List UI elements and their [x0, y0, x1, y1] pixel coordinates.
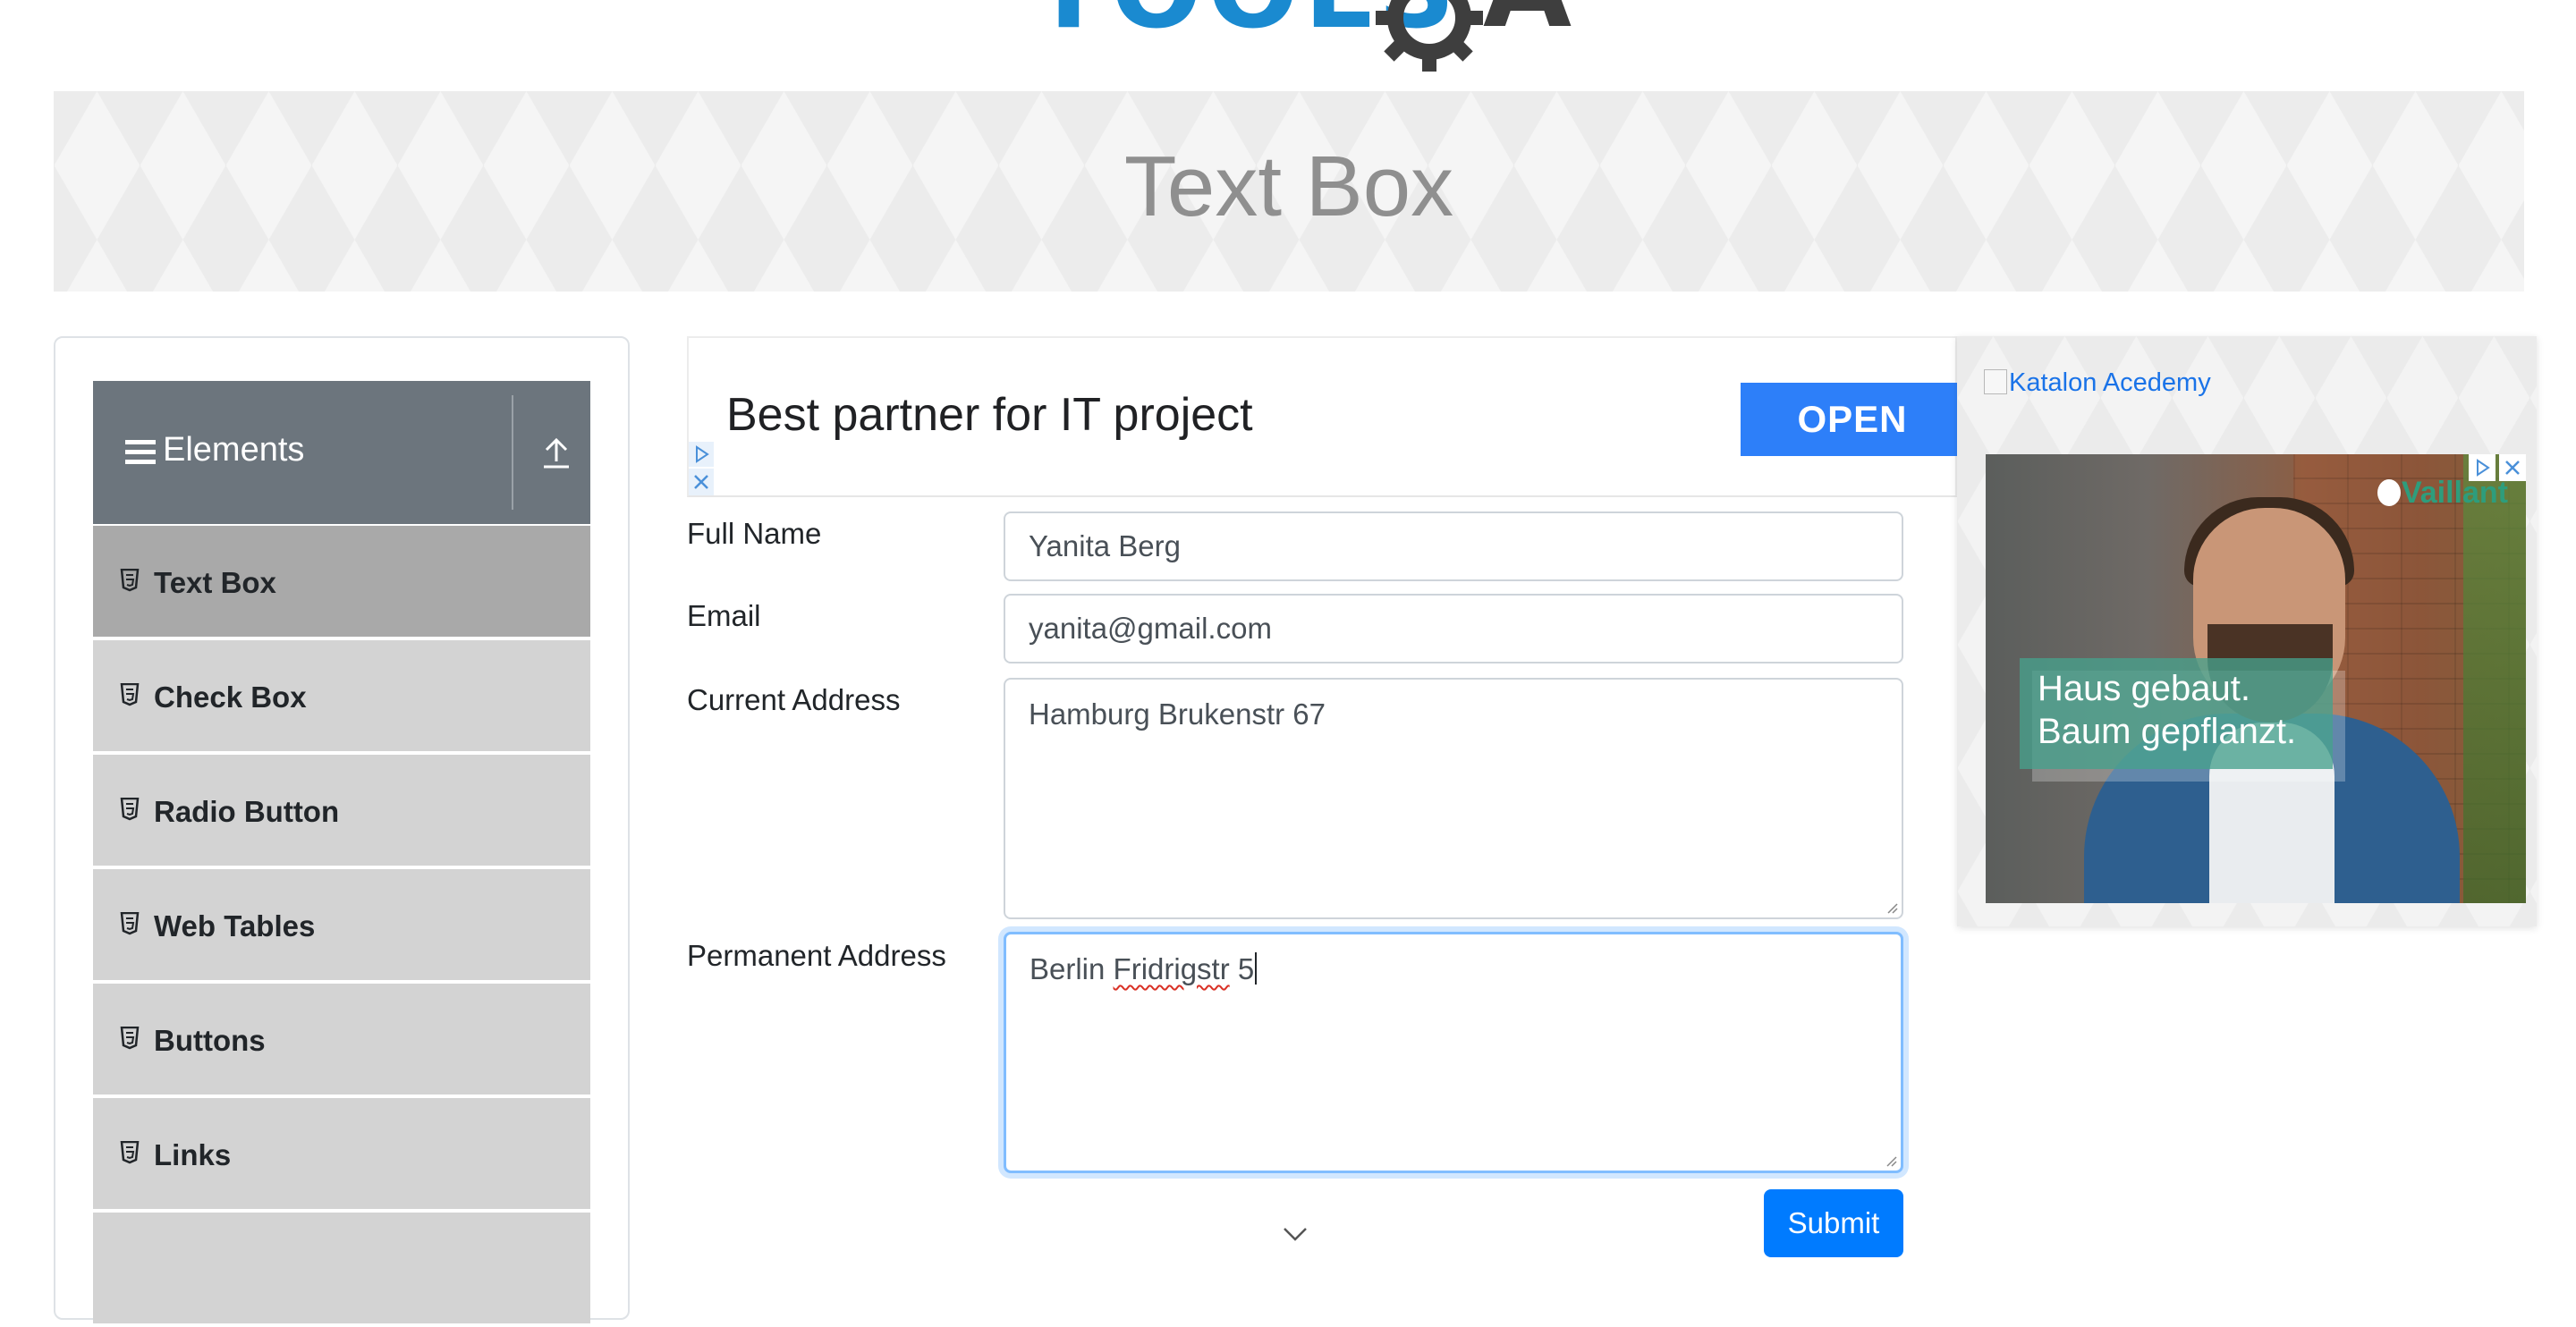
ad-open-button[interactable]: OPEN [1741, 383, 1964, 456]
sidebar-item-links[interactable]: Links [93, 1098, 590, 1209]
ad-photo-plant [2463, 454, 2526, 903]
sidebar-item-partial[interactable] [93, 1213, 590, 1323]
sidebar-item-label: Check Box [154, 680, 307, 714]
toolsqa-logo[interactable]: TOOLS A [1027, 0, 1581, 72]
sidebar-item-radio-button[interactable]: Radio Button [93, 755, 590, 866]
permanent-address-label: Permanent Address [687, 939, 946, 972]
vaillant-ad-image[interactable]: Haus gebaut. Baum gepflanzt. Vaillant [1986, 454, 2526, 903]
html5-icon [120, 569, 140, 592]
resize-handle-icon[interactable] [1883, 1153, 1897, 1167]
text-caret [1255, 952, 1258, 985]
top-ad-banner[interactable]: Best partner for IT project OPEN [687, 336, 1964, 497]
adchoices-icon[interactable] [2469, 454, 2496, 481]
page-banner: Text Box [54, 91, 2524, 292]
sidebar-item-buttons[interactable]: Buttons [93, 984, 590, 1095]
submit-button[interactable]: Submit [1764, 1189, 1903, 1257]
elements-group-header[interactable]: Elements [93, 381, 590, 524]
sidebar-item-label: Web Tables [154, 909, 316, 942]
html5-icon [120, 1141, 140, 1164]
vaillant-logo-icon [2377, 479, 2401, 506]
chevron-down-icon[interactable] [1279, 1223, 1311, 1245]
katalon-ad-alt-text: Katalon Acedemy [2009, 368, 2211, 397]
page-title: Text Box [1123, 139, 1454, 234]
permanent-address-value-part2: 5 [1229, 952, 1255, 985]
permanent-address-textarea[interactable]: Berlin Fridrigstr 5 [1004, 932, 1903, 1173]
ad-caption-line2: Baum gepflanzt. [2038, 712, 2297, 751]
collapse-group-button[interactable] [522, 417, 590, 488]
ad-caption-line1: Haus gebaut. [2038, 669, 2250, 708]
sidebar-item-label: Radio Button [154, 795, 340, 828]
katalon-ad-link[interactable]: Katalon Acedemy [1984, 368, 2211, 398]
left-sidebar: Elements Text Box Check Box Radio Button… [54, 336, 630, 1323]
ad-close-icon[interactable] [689, 469, 714, 495]
elements-menu-list: Text Box Check Box Radio Button Web Tabl… [93, 526, 590, 1327]
html5-icon [120, 683, 140, 706]
sidebar-item-web-tables[interactable]: Web Tables [93, 869, 590, 980]
html5-icon [120, 798, 140, 821]
group-title: Elements [163, 431, 305, 469]
gear-icon [1376, 0, 1483, 72]
html5-icon [120, 912, 140, 935]
current-address-value: Hamburg Brukenstr 67 [1029, 697, 1326, 731]
hamburger-icon [125, 440, 156, 465]
ad-close-icon[interactable] [2499, 454, 2526, 481]
header-divider [512, 395, 513, 510]
sidebar-item-label: Links [154, 1138, 232, 1171]
broken-image-icon [1984, 369, 2007, 394]
collapse-arrow-icon [544, 437, 569, 469]
email-label: Email [687, 599, 761, 632]
permanent-address-value-part1: Berlin [1030, 952, 1114, 985]
logo-qa-wordmark: A [1483, 0, 1573, 45]
sidebar-item-check-box[interactable]: Check Box [93, 640, 590, 751]
full-name-input[interactable]: Yanita Berg [1004, 511, 1903, 581]
sidebar-item-label: Buttons [154, 1024, 266, 1057]
current-address-textarea[interactable]: Hamburg Brukenstr 67 [1004, 678, 1903, 919]
misspelled-word: Fridrigstr [1113, 952, 1230, 985]
sidebar-item-text-box[interactable]: Text Box [93, 526, 590, 637]
email-input[interactable]: yanita@gmail.com [1004, 594, 1903, 664]
current-address-label: Current Address [687, 683, 901, 716]
ad-headline: Best partner for IT project [726, 389, 1253, 441]
adchoices-icon[interactable] [689, 442, 714, 467]
sidebar-item-label: Text Box [154, 566, 276, 599]
html5-icon [120, 1027, 140, 1050]
ad-caption: Haus gebaut. Baum gepflanzt. [2020, 658, 2333, 769]
full-name-label: Full Name [687, 517, 822, 550]
right-ad-panel: Katalon Acedemy Haus gebaut. Baum gepfla… [1957, 336, 2537, 926]
resize-handle-icon[interactable] [1884, 900, 1898, 914]
